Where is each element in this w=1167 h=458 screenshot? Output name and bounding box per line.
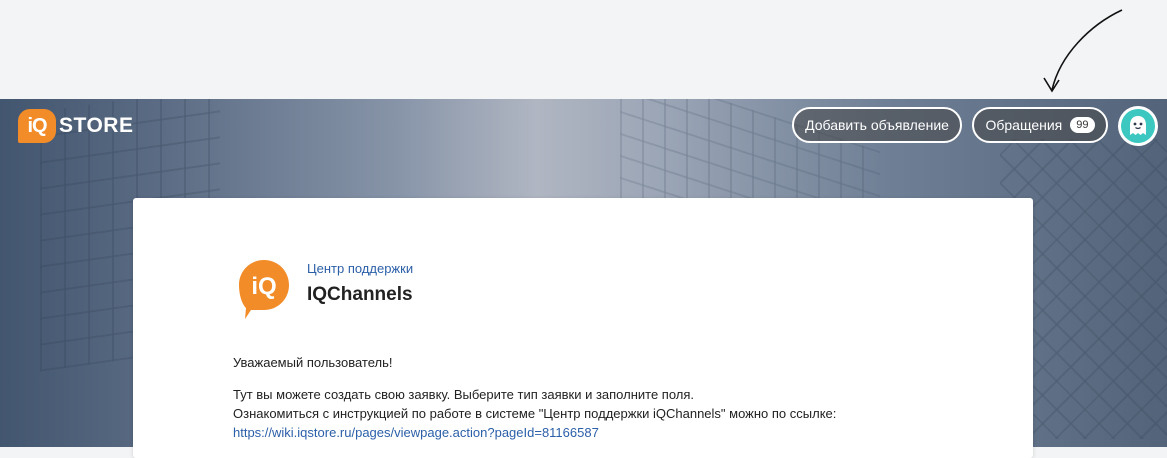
card-title: IQChannels bbox=[307, 284, 413, 305]
iqchannels-logo-icon: iQ bbox=[239, 260, 289, 319]
iqstore-logo[interactable]: iQ STORE bbox=[18, 109, 133, 143]
requests-label: Обращения bbox=[985, 117, 1063, 133]
user-avatar[interactable] bbox=[1118, 106, 1158, 146]
logo-mark: iQ bbox=[27, 114, 47, 137]
card-logo-mark: iQ bbox=[251, 273, 276, 300]
greeting-text: Уважаемый пользователь! bbox=[233, 355, 393, 370]
add-listing-label: Добавить объявление bbox=[805, 117, 949, 133]
instructions-text: Тут вы можете создать свою заявку. Выбер… bbox=[233, 385, 836, 442]
instructions-line-1: Тут вы можете создать свою заявку. Выбер… bbox=[233, 387, 695, 402]
iq-logo-icon: iQ bbox=[18, 109, 56, 143]
support-center-card: iQ Центр поддержки IQChannels Уважаемый … bbox=[133, 198, 1033, 458]
top-blank-area bbox=[0, 0, 1167, 99]
add-listing-button[interactable]: Добавить объявление bbox=[792, 107, 962, 143]
ghost-avatar-icon bbox=[1121, 109, 1155, 143]
wiki-link[interactable]: https://wiki.iqstore.ru/pages/viewpage.a… bbox=[233, 425, 599, 440]
requests-button[interactable]: Обращения 99 bbox=[972, 107, 1108, 143]
requests-count-badge: 99 bbox=[1070, 117, 1095, 133]
logo-text: STORE bbox=[59, 114, 134, 137]
support-center-link[interactable]: Центр поддержки bbox=[307, 261, 413, 276]
instructions-line-2: Ознакомиться с инструкцией по работе в с… bbox=[233, 406, 837, 421]
